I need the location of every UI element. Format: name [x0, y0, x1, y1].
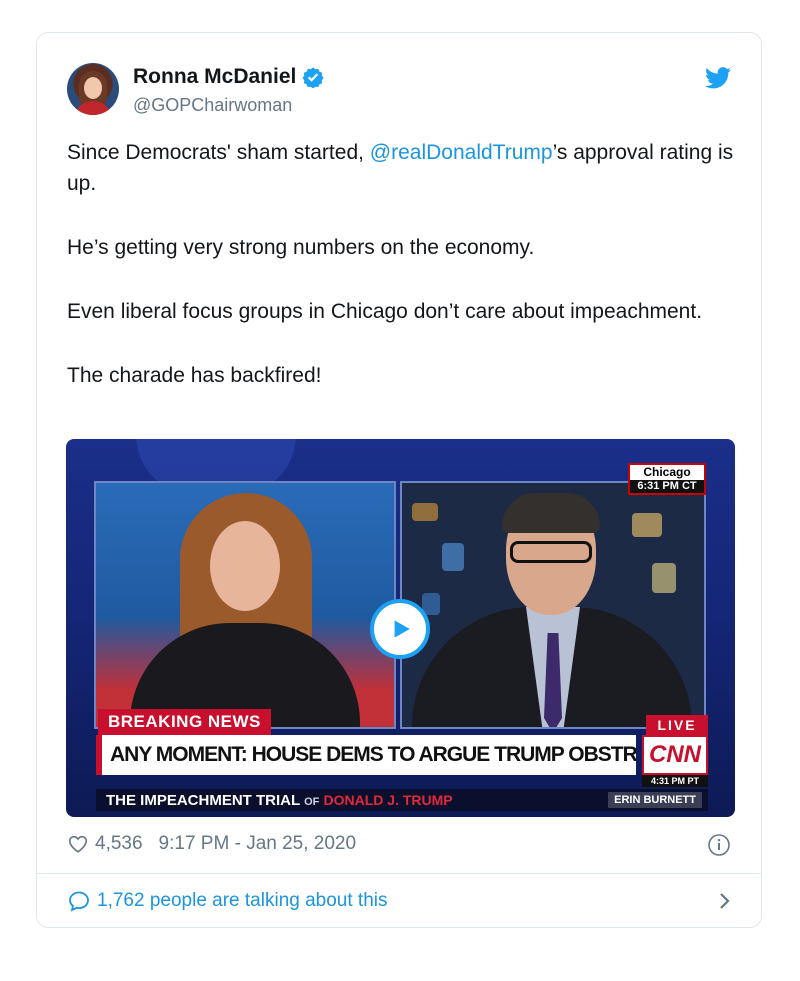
verified-badge-icon [302, 67, 324, 88]
twitter-bird-icon[interactable] [705, 67, 731, 89]
mention-link[interactable]: @realDonaldTrump [370, 141, 553, 164]
anchor-name: ERIN BURNETT [608, 792, 702, 808]
video-panel-left [94, 481, 396, 729]
info-icon[interactable] [707, 833, 731, 857]
play-button[interactable] [370, 599, 430, 659]
tweet-paragraph: Since Democrats' sham started, @realDona… [67, 141, 734, 195]
divider [37, 873, 761, 874]
tweet-text: Since Democrats' sham started, @realDona… [67, 137, 737, 424]
chevron-right-icon[interactable] [717, 889, 733, 913]
location-time: 6:31 PM CT [630, 480, 704, 493]
ticker-of: OF [304, 796, 320, 808]
avatar[interactable] [67, 63, 119, 115]
network-logo: CNN [642, 735, 708, 775]
tweet-card: Ronna McDaniel @GOPChairwoman Since Demo… [36, 32, 762, 928]
tweet-paragraph: He’s getting very strong numbers on the … [67, 236, 535, 259]
play-icon [394, 620, 410, 638]
news-ticker: THE IMPEACHMENT TRIAL OF DONALD J. TRUMP… [96, 789, 708, 811]
ticker-text: THE IMPEACHMENT TRIAL [106, 792, 300, 809]
video-player[interactable]: Chicago 6:31 PM CT BREAKING NEWS LIVE AN… [66, 439, 735, 817]
conversation-link[interactable]: 1,762 people are talking about this [67, 889, 733, 913]
tweet-paragraph: The charade has backfired! [67, 364, 322, 387]
like-count[interactable]: 4,536 [95, 833, 143, 855]
location-bug: Chicago 6:31 PM CT [628, 463, 706, 495]
breaking-news-label: BREAKING NEWS [98, 709, 271, 735]
speech-bubble-icon [69, 891, 89, 912]
talking-text: 1,762 people are talking about this [97, 890, 388, 911]
tweet-meta: 4,536 9:17 PM - Jan 25, 2020 [67, 833, 356, 855]
news-headline: ANY MOMENT: HOUSE DEMS TO ARGUE TRUMP OB… [96, 735, 636, 775]
tweet-timestamp[interactable]: 9:17 PM - Jan 25, 2020 [159, 833, 357, 855]
author-handle[interactable]: @GOPChairwoman [133, 95, 292, 116]
heart-icon[interactable] [67, 833, 89, 855]
location-label: Chicago [630, 465, 704, 480]
network-time: 4:31 PM PT [642, 775, 708, 787]
author-name[interactable]: Ronna McDaniel [133, 65, 296, 89]
author-row: Ronna McDaniel [133, 65, 324, 89]
tweet-paragraph: Even liberal focus groups in Chicago don… [67, 300, 703, 323]
ticker-name: DONALD J. TRUMP [323, 792, 453, 808]
live-label: LIVE [646, 715, 708, 735]
video-panel-right [400, 481, 706, 729]
